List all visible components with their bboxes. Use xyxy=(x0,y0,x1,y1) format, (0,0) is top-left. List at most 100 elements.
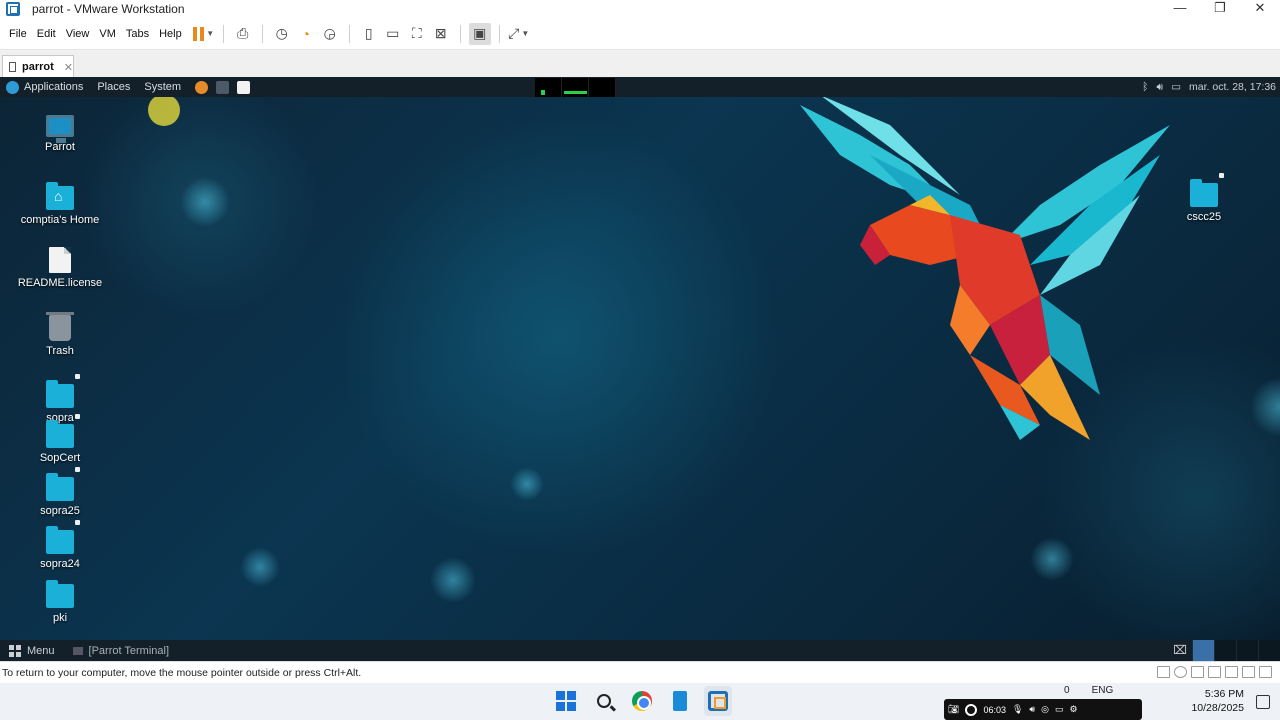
unity-button[interactable]: ⊠ xyxy=(430,23,452,45)
desktop-icon-sopra24[interactable]: sopra24 xyxy=(10,520,110,570)
console-view-button[interactable]: ▣ xyxy=(468,22,491,45)
close-button[interactable]: ✕ xyxy=(1240,0,1280,18)
clock-date: 10/28/2025 xyxy=(1191,702,1244,714)
minimize-button[interactable]: — xyxy=(1160,0,1200,18)
menu-tabs[interactable]: Tabs xyxy=(121,28,154,40)
desktop-icon-pki[interactable]: pki xyxy=(10,580,110,624)
menu-view[interactable]: View xyxy=(61,28,95,40)
send-ctrl-alt-del-button[interactable]: ⎙ xyxy=(232,23,254,45)
cd-icon[interactable] xyxy=(1174,666,1187,678)
memory-graph xyxy=(562,78,589,97)
desktop-icon-trash[interactable]: Trash xyxy=(10,312,110,357)
snapshot-manager-button[interactable]: ◶ xyxy=(319,23,341,45)
tray-badge[interactable]: 0 xyxy=(1064,685,1070,696)
lock-icon xyxy=(75,374,80,379)
taskbar-item-terminal[interactable]: [Parrot Terminal] xyxy=(72,645,169,657)
library-button[interactable]: ▯ xyxy=(358,23,380,45)
window-controls: — ❐ ✕ xyxy=(1160,0,1280,18)
text-editor-launcher-icon[interactable] xyxy=(237,80,251,94)
send-keys-icon: ⎙ xyxy=(237,25,249,41)
close-tab-icon[interactable]: ✕ xyxy=(64,61,73,74)
printer-icon[interactable] xyxy=(1225,666,1238,678)
guest-desktop[interactable]: Applications Places System ᛒ 🔊︎ ▭ mar. o… xyxy=(0,77,1280,661)
toolbar-divider xyxy=(261,24,263,43)
webcam-icon[interactable]: ◎ xyxy=(1041,704,1049,715)
settings-icon[interactable]: ⚙ xyxy=(1069,704,1077,715)
desktop-icon-sopra[interactable]: sopra xyxy=(10,374,110,424)
vmware-taskbar-button[interactable] xyxy=(704,686,732,716)
desktop-icon-sopra25[interactable]: sopra25 xyxy=(10,467,110,517)
menu-file[interactable]: File xyxy=(4,28,32,40)
folder-icon xyxy=(46,374,80,408)
desktop-icon-sopcert[interactable]: SopCert xyxy=(10,414,110,464)
console-icon: ▣ xyxy=(473,25,487,41)
revert-icon: ◔ xyxy=(301,25,310,42)
menu-vm[interactable]: VM xyxy=(94,28,121,40)
computer-icon xyxy=(46,115,74,143)
notepad-taskbar-button[interactable] xyxy=(666,686,694,716)
apps-grid-icon[interactable] xyxy=(9,644,21,657)
unity-icon: ⊠ xyxy=(434,25,447,41)
sound-card-icon[interactable] xyxy=(1242,666,1255,678)
revert-snapshot-button[interactable]: ◔ xyxy=(295,23,317,45)
library-icon: ▯ xyxy=(364,25,373,41)
bluetooth-icon[interactable]: ᛒ xyxy=(1142,81,1148,93)
desktop-icon-readme[interactable]: README.license xyxy=(10,247,110,289)
search-button[interactable] xyxy=(590,686,618,716)
pause-button[interactable]: ▼ xyxy=(193,23,215,45)
workspace-2[interactable] xyxy=(1214,640,1236,661)
start-button[interactable] xyxy=(552,686,580,716)
restore-button[interactable]: ❐ xyxy=(1200,0,1240,18)
menu-help[interactable]: Help xyxy=(154,28,187,40)
window-icon[interactable]: ▭ xyxy=(1055,704,1064,715)
thumbnail-bar-button[interactable]: ▭ xyxy=(382,23,404,45)
record-icon[interactable] xyxy=(965,703,978,716)
workspace-1[interactable] xyxy=(1192,640,1214,661)
system-menu[interactable]: System xyxy=(144,81,181,93)
windows-logo-icon xyxy=(556,691,576,711)
menu-button[interactable]: Menu xyxy=(27,645,55,657)
firefox-launcher-icon[interactable] xyxy=(195,80,209,94)
pause-icon xyxy=(193,26,205,41)
vmware-toolbar: File Edit View VM Tabs Help ▼ ⎙ ◷ ◔ ◶ ▯ … xyxy=(0,18,1280,50)
guest-clock[interactable]: mar. oct. 28, 17:36 xyxy=(1189,81,1276,93)
workspace-3[interactable] xyxy=(1236,640,1258,661)
search-icon xyxy=(597,694,611,708)
desktop-icon-cscc25[interactable]: cscc25 xyxy=(1154,173,1254,223)
hard-disk-icon[interactable] xyxy=(1157,666,1170,678)
show-desktop-icon[interactable]: ⌧ xyxy=(1168,640,1192,661)
toolbar-divider xyxy=(348,24,350,43)
message-log-icon[interactable] xyxy=(1259,666,1272,678)
speaker-icon[interactable]: 🔊︎ xyxy=(1029,704,1035,715)
language-indicator[interactable]: ENG xyxy=(1092,685,1114,696)
applications-menu[interactable]: Applications xyxy=(24,81,83,93)
camera-icon[interactable]: 📷︎ xyxy=(948,704,959,715)
tab-parrot[interactable]: parrot ✕ xyxy=(2,55,74,78)
stretch-button[interactable]: ⤢ ▼ xyxy=(508,23,530,45)
system-clock[interactable]: 5:36 PM 10/28/2025 xyxy=(1191,687,1244,715)
notification-icon[interactable] xyxy=(1256,695,1270,709)
volume-icon[interactable]: 🔊︎ xyxy=(1156,81,1163,94)
snapshot-button[interactable]: ◷ xyxy=(271,23,293,45)
terminal-launcher-icon[interactable] xyxy=(216,80,230,94)
vmware-icon xyxy=(708,691,728,711)
network-adapter-icon[interactable] xyxy=(1191,666,1204,678)
chrome-taskbar-button[interactable] xyxy=(628,686,656,716)
desktop-icon-parrot[interactable]: Parrot xyxy=(10,115,110,153)
clock-time: 5:36 PM xyxy=(1204,688,1244,700)
full-screen-button[interactable]: ⛶ xyxy=(406,23,428,45)
desktop-icon-home[interactable]: comptia's Home xyxy=(10,182,110,226)
workspace-4[interactable] xyxy=(1258,640,1280,661)
home-folder-icon xyxy=(46,182,74,210)
menu-edit[interactable]: Edit xyxy=(32,28,61,40)
microphone-icon[interactable]: 🎙︎ xyxy=(1012,704,1023,715)
places-menu[interactable]: Places xyxy=(97,81,130,93)
battery-icon[interactable]: ▭ xyxy=(1171,81,1181,93)
desktop-icon-label: comptia's Home xyxy=(20,214,100,226)
lock-icon xyxy=(75,520,80,525)
usb-icon[interactable] xyxy=(1208,666,1221,678)
system-monitor-applet xyxy=(535,78,616,97)
background-light xyxy=(430,557,476,603)
desktop-icon-label: SopCert xyxy=(39,452,81,464)
desktop-icon-label: cscc25 xyxy=(1186,211,1222,223)
